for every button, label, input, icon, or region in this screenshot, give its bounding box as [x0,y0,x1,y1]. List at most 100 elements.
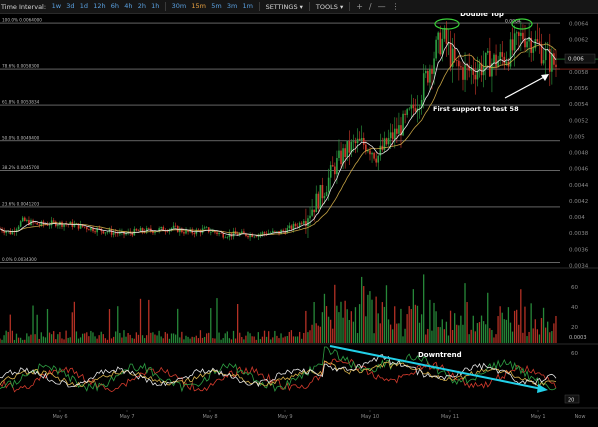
settings-menu[interactable]: SETTINGS ▾ [263,3,306,11]
candle-body [501,52,504,57]
candle-body [224,237,227,239]
candle-body [393,128,396,140]
volume-bar [288,331,290,343]
candle-body [445,27,448,44]
volume-bar [280,333,282,343]
y-tick-label: 0.0062 [569,38,588,44]
volume-bar [44,337,47,343]
candle-body [282,230,284,231]
candle-body [290,225,293,230]
volume-bar [458,325,460,343]
candle-body [48,225,51,226]
trendline-icon[interactable]: ∕ [366,2,375,11]
volume-current-label: 0.0003 [569,335,587,341]
volume-bar [154,334,156,343]
interval-1m[interactable]: 1m [240,2,256,11]
volume-bar [127,333,129,343]
volume-bar [218,332,220,343]
volume-bar [0,338,1,343]
volume-bar [7,331,9,343]
candle-body [154,231,156,234]
volume-bar [319,326,321,343]
volume-bar [330,319,332,343]
interval-2h[interactable]: 2h [135,2,148,11]
volume-bar [143,338,146,343]
volume-bar [344,300,346,343]
volume-bar [239,332,241,343]
interval-3m[interactable]: 3m [224,2,240,11]
volume-bar [94,336,96,343]
candle-body [377,155,380,163]
interval-4h[interactable]: 4h [122,2,135,11]
volume-bar [317,325,319,343]
candle-body [495,54,497,67]
candle-body [362,138,365,145]
candle-body [137,230,140,232]
interval-1h[interactable]: 1h [149,2,162,11]
candle-body [207,227,210,233]
candle-body [455,59,458,61]
interval-3d[interactable]: 3d [64,2,77,11]
volume-bar [412,289,414,343]
volume-bar [88,336,90,343]
candle-body [334,166,336,175]
tools-menu[interactable]: TOOLS ▾ [313,3,346,11]
candle-body [474,74,477,80]
volume-bar [181,331,183,343]
volume-bar [152,332,154,343]
volume-bar [375,296,377,343]
volume-bar [187,336,189,343]
candle-body [98,227,101,229]
candle-body [160,226,163,229]
candle-body [86,227,88,230]
volume-bar [267,331,270,343]
candle-body [346,140,349,158]
y-tick-label: 0.0046 [569,167,589,173]
volume-bar [369,291,371,343]
interval-1w[interactable]: 1w [49,2,64,11]
volume-bar [274,330,276,343]
volume-bar [532,328,534,343]
interval-15m[interactable]: 15m [189,2,209,11]
volume-bar [313,302,315,343]
volume-bar [189,338,191,343]
candle-body [486,50,489,53]
interval-12h[interactable]: 12h [91,2,109,11]
volume-bar [460,315,462,343]
interval-30m[interactable]: 30m [169,2,189,11]
candle-body [553,53,555,65]
volume-bar [210,308,212,343]
interval-1d[interactable]: 1d [77,2,90,11]
horizontal-line-icon[interactable]: — [375,2,389,11]
crosshair-icon[interactable]: + [353,2,366,11]
volume-bar [418,322,421,343]
volume-bar [265,336,268,343]
volume-bar [84,333,86,343]
candle-body [544,49,547,61]
volume-bar [451,329,454,343]
volume-bar [332,328,334,343]
candle-body [311,209,313,216]
volume-bar [431,330,433,343]
volume-bar [470,329,472,343]
fib-level-label: 78.6% 0.0058300 [2,64,40,69]
interval-5m[interactable]: 5m [209,2,225,11]
volume-bar [53,331,55,343]
support-label: First support to test 58 [433,105,519,113]
indicator-tick-label: 60 [571,351,578,357]
candle-body [294,223,297,226]
volume-bar [445,321,448,343]
volume-bar [373,333,375,343]
volume-bar [377,313,379,343]
fibonacci-icon[interactable]: ⋮ [389,2,403,11]
volume-bar [423,274,425,343]
price-chart[interactable]: 0.0064 0.0062 0.006 0.0058 0.0056 0.0054 0.005… [0,13,598,427]
interval-6h[interactable]: 6h [108,2,121,11]
volume-bar [71,312,73,343]
volume-bar [61,338,63,343]
y-tick-label: 0.0036 [569,247,589,253]
volume-bar [259,339,262,343]
volume-bar [321,312,324,343]
candle-body [398,125,400,134]
volume-bar [381,302,383,343]
